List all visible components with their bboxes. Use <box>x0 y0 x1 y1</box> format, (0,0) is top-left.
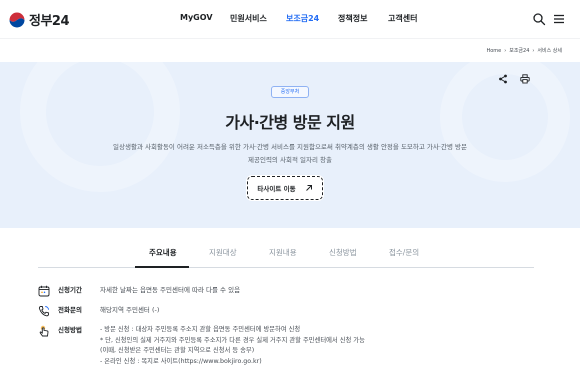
calendar-icon <box>38 285 50 297</box>
description-line: 제공인력의 사회적 일자리 창출 <box>248 156 332 164</box>
detail-tabs: 주요내용 지원대상 지원내용 신청방법 접수/문의 <box>38 238 534 268</box>
info-label-phone: 전화문의 <box>58 306 82 314</box>
external-site-button[interactable]: 타사이트 이동 <box>247 176 323 200</box>
arrow-up-right-icon <box>305 185 312 191</box>
method-line: (이때, 신청받은 주민센터는 관할 지역으로 신청서 등 송부) <box>100 347 255 354</box>
breadcrumb-bar: Home › 보조금24 › 서비스 상세 <box>0 38 580 62</box>
tab-inquiry[interactable]: 접수/문의 <box>389 247 419 258</box>
tab-eligibility[interactable]: 지원대상 <box>209 247 237 258</box>
service-hero: 중앙부처 가사·간병 방문 지원 일상생활과 사회활동이 어려운 저소득층을 위… <box>0 62 580 228</box>
header: 정부24 MyGOV 민원서비스 보조금24 정책정보 고객센터 <box>0 0 580 38</box>
info-label-method: 신청방법 <box>58 326 82 334</box>
nav-civil-service[interactable]: 민원서비스 <box>230 13 267 24</box>
share-icon[interactable] <box>498 74 508 84</box>
menu-icon[interactable] <box>552 12 566 26</box>
nav-mygov[interactable]: MyGOV <box>180 13 213 22</box>
hero-tools <box>498 74 530 84</box>
external-site-button-label: 타사이트 이동 <box>257 185 296 193</box>
method-line: * 단, 신청인의 실제 거주지와 주민등록 주소지가 다른 경우 실제 거주지… <box>100 336 365 344</box>
tab-main-content[interactable]: 주요내용 <box>149 247 177 258</box>
phone-icon <box>38 306 49 317</box>
tab-application-method[interactable]: 신청방법 <box>329 247 357 258</box>
method-line: - 온라인 신청 : 복지로 사이트(https://www.bokjiro.g… <box>100 357 262 365</box>
description-line: 일상생활과 사회활동이 어려운 저소득층을 위한 가사·간병 서비스를 지원함으… <box>113 143 467 151</box>
nav-customer-center[interactable]: 고객센터 <box>388 13 417 24</box>
info-value-phone: 해당지역 주민센터 (-) <box>100 306 160 314</box>
breadcrumb-current: 서비스 상세 <box>537 48 562 54</box>
breadcrumb-home[interactable]: Home <box>486 48 501 54</box>
tab-support-content[interactable]: 지원내용 <box>269 247 297 258</box>
info-row-period: 신청기간 자세한 날짜는 읍면동 주민센터에 따라 다를 수 있음 <box>38 285 240 297</box>
breadcrumb-subsidy[interactable]: 보조금24 <box>509 47 529 54</box>
chevron-right-icon: › <box>532 47 535 54</box>
hand-pointer-icon <box>39 325 49 337</box>
main-nav: MyGOV 민원서비스 보조금24 정책정보 고객센터 <box>0 0 580 38</box>
service-description: 일상생활과 사회활동이 어려운 저소득층을 위한 가사·간병 서비스를 지원함으… <box>70 141 510 167</box>
active-tab-indicator <box>135 266 189 268</box>
info-row-method: 신청방법 - 방문 신청 : 대상자 주민등록 주소지 관할 읍면동 주민센터에… <box>38 325 365 367</box>
info-row-phone: 전화문의 해당지역 주민센터 (-) <box>38 305 159 317</box>
breadcrumb: Home › 보조금24 › 서비스 상세 <box>486 47 562 55</box>
method-line: - 방문 신청 : 대상자 주민등록 주소지 관할 읍면동 주민센터에 방문하여… <box>100 326 301 333</box>
nav-subsidy24[interactable]: 보조금24 <box>286 13 319 24</box>
info-label-period: 신청기간 <box>58 286 82 294</box>
ministry-badge: 중앙부처 <box>271 86 309 98</box>
chevron-right-icon: › <box>504 47 507 54</box>
info-value-method: - 방문 신청 : 대상자 주민등록 주소지 관할 읍면동 주민센터에 방문하여… <box>100 325 365 367</box>
print-icon[interactable] <box>520 74 530 84</box>
page-title: 가사·간병 방문 지원 <box>225 113 355 132</box>
search-icon[interactable] <box>532 12 546 26</box>
nav-policy-info[interactable]: 정책정보 <box>338 13 367 24</box>
info-value-period: 자세한 날짜는 읍면동 주민센터에 따라 다를 수 있음 <box>100 286 241 294</box>
